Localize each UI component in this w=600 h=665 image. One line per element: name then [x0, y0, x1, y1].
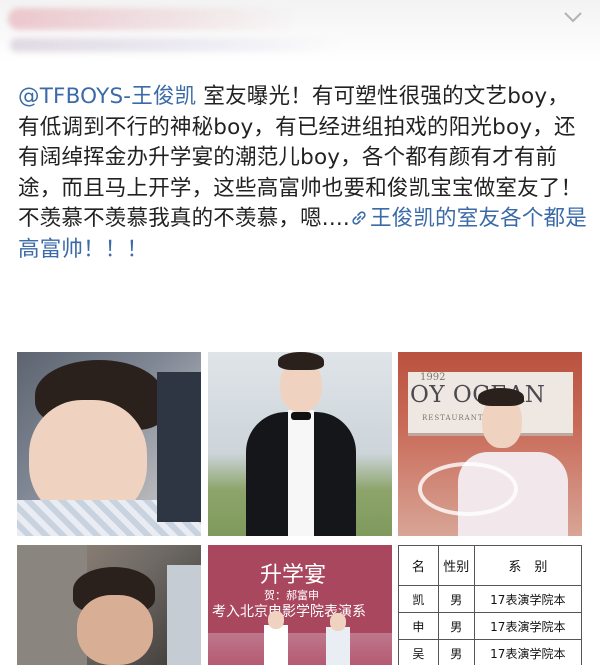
- post-text: @TFBOYS-王俊凯 室友曝光！有可塑性很强的文艺boy，有低调到不行的神秘b…: [18, 82, 590, 265]
- photo-3-wheel: [418, 462, 518, 516]
- roster-row: 吴 男 17表演学院本: [398, 639, 582, 665]
- roster-table: 名 性别 系 别 凯 男 17表演学院本 申 男 17表演学院本 吴 男 17表…: [398, 545, 582, 665]
- photo-5-face-2: [330, 613, 346, 631]
- photo-3-hair: [478, 388, 524, 406]
- roster-cell-dept: 17表演学院本: [473, 639, 582, 665]
- photo-6[interactable]: 名 性别 系 别 凯 男 17表演学院本 申 男 17表演学院本 吴 男 17表…: [398, 545, 582, 665]
- roster-header-name: 名: [398, 545, 439, 586]
- roster-cell-name: 凯: [398, 585, 439, 613]
- photo-5[interactable]: 升学宴 贺：郝富申 考入北京电影学院表演系: [208, 545, 392, 665]
- photo-5-person-1: [264, 625, 288, 665]
- photo-2-hair: [278, 352, 324, 370]
- roster-cell-name: 吴: [398, 639, 439, 665]
- roster-cell-gender: 男: [437, 639, 475, 665]
- roster-cell-gender: 男: [437, 612, 475, 640]
- photo-4-window: [167, 565, 201, 665]
- roster-row: 申 男 17表演学院本: [398, 612, 582, 640]
- roster-cell-gender: 男: [437, 585, 475, 613]
- link-icon[interactable]: [350, 209, 368, 227]
- roster-header-gender: 性别: [437, 545, 475, 586]
- roster-row: 凯 男 17表演学院本: [398, 585, 582, 613]
- post-meta-blurred: [10, 38, 340, 52]
- photo-3[interactable]: 1992 OY OCEAN RESTAURANT: [398, 352, 582, 536]
- photo-2[interactable]: [208, 352, 392, 536]
- photo-2-shirt: [288, 410, 314, 536]
- photo-5-title: 升学宴: [260, 563, 327, 588]
- roster-cell-dept: 17表演学院本: [473, 612, 582, 640]
- photo-1[interactable]: [17, 352, 201, 536]
- photo-4[interactable]: [17, 545, 201, 665]
- roster-cell-name: 申: [398, 612, 439, 640]
- roster-header-dept: 系 别: [473, 545, 582, 586]
- photo-2-bowtie: [291, 412, 311, 420]
- photo-5-person-2: [326, 627, 350, 665]
- photo-1-shadow: [157, 372, 201, 522]
- mention-link[interactable]: @TFBOYS-王俊凯: [18, 84, 196, 109]
- author-name-blurred: [8, 8, 298, 30]
- chevron-down-icon[interactable]: [562, 8, 584, 26]
- photo-3-sign-sub: RESTAURANT: [422, 414, 484, 422]
- post-header: [0, 0, 600, 62]
- roster-cell-dept: 17表演学院本: [473, 585, 582, 613]
- photo-5-banner: 升学宴 贺：郝富申 考入北京电影学院表演系: [208, 545, 392, 633]
- roster-header-row: 名 性别 系 别: [398, 545, 582, 586]
- photo-4-face: [77, 595, 153, 665]
- photo-5-face-1: [268, 611, 284, 629]
